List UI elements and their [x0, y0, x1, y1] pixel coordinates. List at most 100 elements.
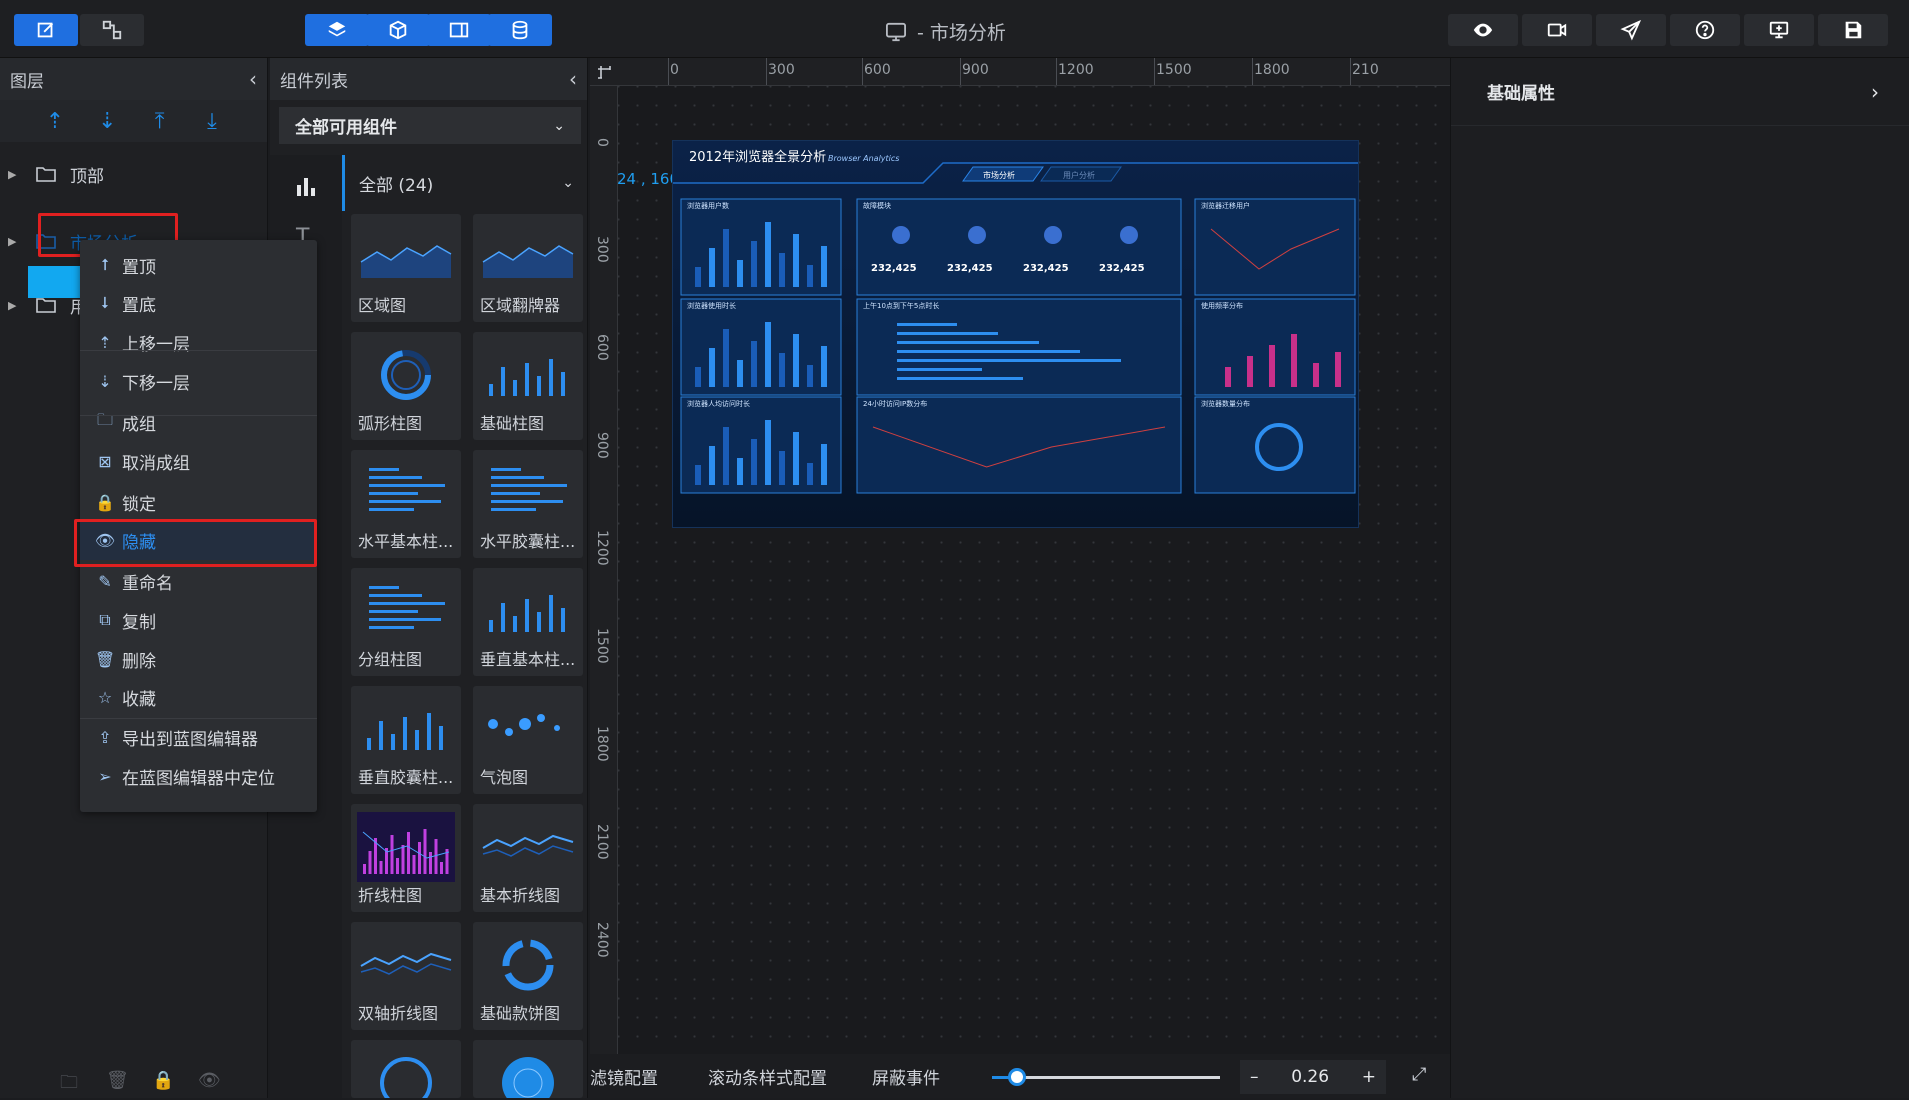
component-card[interactable]: 基本折线图	[473, 804, 583, 912]
trash-icon[interactable]: 🗑	[106, 1070, 129, 1091]
bring-to-top-icon[interactable]: ⤒	[145, 109, 175, 134]
dashboard-preview[interactable]: 2012年浏览器全景分析 Browser Analytics 市场分析 用户分析…	[673, 141, 1358, 527]
fit-screen-icon[interactable]: ⤢	[1412, 1064, 1426, 1085]
menu-item-10[interactable]: 🗑 删除	[80, 641, 317, 679]
tab-filter-config[interactable]: 滤镜配置	[590, 1064, 658, 1089]
component-card[interactable]: 水平基本柱...	[351, 450, 461, 558]
dashboard-panel-title: 浏览器用户数	[687, 201, 729, 210]
menu-item-label: 置底	[122, 295, 156, 316]
component-card[interactable]: 区域翻牌器	[473, 214, 583, 322]
component-card[interactable]: 垂直基本柱...	[473, 568, 583, 676]
zoom-in-button[interactable]: +	[1362, 1067, 1376, 1087]
dashboard-panel	[856, 298, 1182, 396]
component-card-label: 水平基本柱...	[358, 532, 454, 551]
ruler-tick	[1154, 58, 1155, 85]
component-card[interactable]: 基础款饼图	[473, 922, 583, 1030]
component-card[interactable]: 气泡图	[473, 686, 583, 794]
component-card[interactable]: 垂直胶囊柱...	[351, 686, 461, 794]
tab-block-events[interactable]: 屏蔽事件	[872, 1064, 940, 1089]
component-card-label: 区域翻牌器	[480, 296, 561, 315]
component-thumbnail	[369, 586, 445, 629]
category-all-label: 全部 (24)	[359, 175, 434, 196]
menu-item-1[interactable]: ⭣ 置底	[80, 284, 317, 322]
lock-icon[interactable]: 🔒	[152, 1070, 174, 1091]
menu-item-2[interactable]: ⇡ 上移一层	[80, 323, 317, 361]
send-to-bottom-icon[interactable]: ⤓	[197, 109, 227, 134]
expand-arrow-icon[interactable]: ▶	[8, 168, 22, 181]
zoom-slider-track[interactable]	[992, 1076, 1220, 1079]
folder-icon[interactable]: 🗀	[60, 1070, 82, 1093]
component-panel: 组件列表 ‹ 全部可用组件 ⌄ T 全部 (24) ⌄ 区域图 区域翻牌器 弧形柱图…	[270, 58, 588, 1098]
ruler-tick	[960, 58, 961, 85]
component-card[interactable]: 区域图	[351, 214, 461, 322]
dashboard-graphic: 2012年浏览器全景分析 Browser Analytics 市场分析 用户分析…	[673, 141, 1358, 527]
record-button[interactable]	[1522, 14, 1592, 46]
coordinate-readout: 24 , 160	[617, 170, 680, 188]
expand-arrow-icon[interactable]: ▶	[8, 235, 22, 248]
property-panel-header[interactable]: 基础属性 ›	[1451, 58, 1909, 126]
dashboard-panel	[1194, 198, 1356, 296]
component-card-label: 区域图	[358, 296, 407, 315]
menu-item-3[interactable]: ⇣ 下移一层	[80, 363, 317, 401]
component-card[interactable]	[473, 1040, 583, 1098]
component-thumbnail	[360, 952, 452, 975]
collapse-component-panel-button[interactable]: ‹	[569, 67, 577, 91]
menu-item-11[interactable]: ☆ 收藏	[80, 679, 317, 717]
component-thumbnail	[488, 714, 560, 736]
component-card[interactable]: 水平胶囊柱...	[473, 450, 583, 558]
menu-item-5[interactable]: ⊠ 取消成组	[80, 443, 317, 481]
tab-scrollbar-style-config[interactable]: 滚动条样式配置	[708, 1064, 827, 1089]
category-all-select[interactable]: 全部 (24) ⌄	[342, 155, 588, 211]
zoom-slider-handle[interactable]	[1008, 1068, 1026, 1086]
chevron-right-icon[interactable]: ›	[1871, 80, 1879, 104]
menu-item-4[interactable]: 🗀 成组	[80, 403, 317, 441]
layer-item-top[interactable]: ▶ 顶部	[0, 153, 268, 195]
move-down-icon[interactable]: ⇣	[92, 109, 122, 134]
save-button[interactable]	[1818, 14, 1888, 46]
component-card-label: 基础柱图	[480, 414, 545, 433]
eye-icon[interactable]: 👁	[198, 1070, 221, 1091]
bar-chart-icon[interactable]	[294, 175, 318, 197]
folder-icon	[36, 167, 56, 182]
publish-button[interactable]	[1596, 14, 1666, 46]
help-button[interactable]	[1670, 14, 1740, 46]
component-card[interactable]: 基础柱图	[473, 332, 583, 440]
edit-mode-button[interactable]	[14, 14, 78, 46]
component-card-label: 垂直胶囊柱...	[358, 768, 454, 787]
menu-item-6[interactable]: 🔒 锁定	[80, 483, 317, 521]
component-card[interactable]: 弧形柱图	[351, 332, 461, 440]
component-filter-select[interactable]: 全部可用组件 ⌄	[279, 107, 581, 144]
component-card[interactable]: 折线柱图	[351, 804, 461, 912]
zoom-value[interactable]: 0.26	[1291, 1067, 1329, 1087]
components-toggle-button[interactable]	[366, 14, 430, 46]
move-up-icon[interactable]: ⇡	[40, 109, 70, 134]
zoom-out-button[interactable]: –	[1250, 1067, 1259, 1087]
menu-separator	[80, 415, 317, 416]
screen-button[interactable]	[1744, 14, 1814, 46]
ruler-tick-label: 0	[594, 138, 610, 147]
collapse-layer-panel-button[interactable]: ‹	[249, 67, 257, 91]
dashboard-tab-2: 用户分析	[1063, 170, 1095, 180]
data-toggle-button[interactable]	[488, 14, 552, 46]
ruler-tick-label: 1800	[1254, 62, 1290, 78]
menu-item-9[interactable]: ⧉ 复制	[80, 601, 317, 639]
menu-separator	[80, 350, 317, 351]
menu-item-12[interactable]: ⇪ 导出到蓝图编辑器	[80, 718, 317, 756]
ruler-corner-icon[interactable]	[596, 64, 612, 80]
panel-toggle-button[interactable]	[427, 14, 491, 46]
dashboard-panel-title: 浏览器人均访问时长	[687, 399, 750, 408]
layers-toggle-button[interactable]	[305, 14, 369, 46]
component-card[interactable]	[351, 1040, 461, 1098]
menu-item-0[interactable]: ⭡ 置顶	[80, 246, 317, 284]
ruler-tick-label: 900	[962, 62, 989, 78]
component-card[interactable]: 分组柱图	[351, 568, 461, 676]
dashboard-panel	[680, 298, 842, 396]
component-card[interactable]: 双轴折线图	[351, 922, 461, 1030]
pen-icon: ✎	[98, 571, 112, 591]
expand-arrow-icon[interactable]: ▶	[8, 299, 22, 312]
blueprint-mode-button[interactable]	[80, 14, 144, 46]
dashboard-panel-title: 故障模块	[863, 201, 891, 210]
preview-button[interactable]	[1448, 14, 1518, 46]
menu-item-8[interactable]: ✎ 重命名	[80, 562, 317, 600]
menu-item-13[interactable]: ➢ 在蓝图编辑器中定位	[80, 758, 317, 796]
